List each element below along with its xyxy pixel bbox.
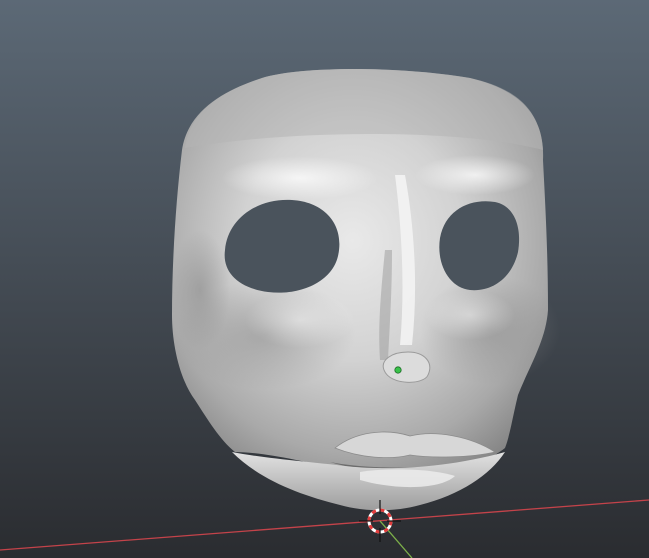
3d-viewport[interactable] — [0, 0, 649, 558]
object-origin[interactable] — [394, 366, 402, 374]
nose-tip — [382, 351, 431, 383]
sculpted-face-mask[interactable] — [170, 69, 560, 511]
right-cheek-highlight — [425, 290, 515, 340]
origin-dot-icon — [394, 366, 402, 374]
viewport-canvas[interactable] — [0, 0, 649, 558]
left-temple-shade — [170, 230, 230, 350]
right-brow-highlight — [415, 155, 535, 195]
left-brow-highlight — [222, 156, 378, 200]
left-cheek-highlight — [245, 292, 355, 348]
